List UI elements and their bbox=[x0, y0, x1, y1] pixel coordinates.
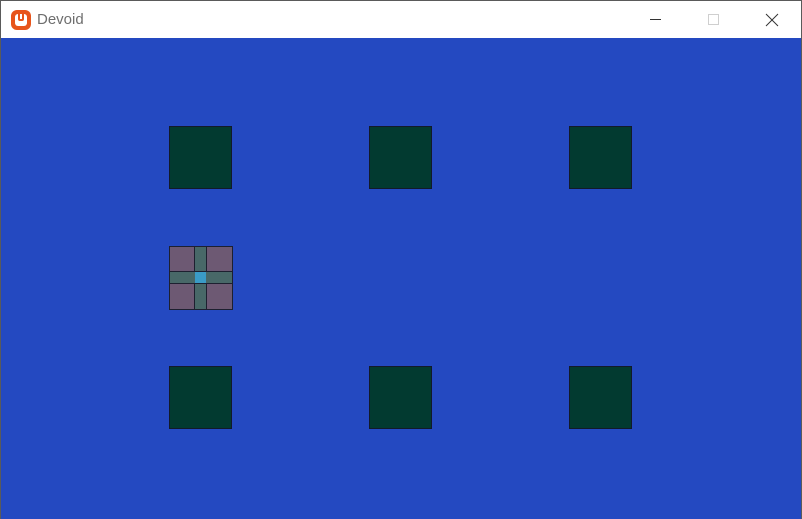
player-sprite bbox=[169, 246, 233, 310]
wall-tile bbox=[569, 126, 632, 189]
maximize-button[interactable] bbox=[685, 1, 743, 38]
game-viewport[interactable] bbox=[1, 38, 801, 519]
maximize-icon bbox=[708, 14, 719, 25]
monogame-icon bbox=[11, 10, 31, 30]
minimize-button[interactable] bbox=[627, 1, 685, 38]
wall-tile bbox=[169, 366, 232, 429]
wall-tile bbox=[569, 366, 632, 429]
window-title: Devoid bbox=[37, 11, 84, 28]
player-core bbox=[195, 272, 206, 283]
game-window: Devoid bbox=[0, 0, 802, 519]
wall-tile bbox=[369, 366, 432, 429]
wall-tile bbox=[369, 126, 432, 189]
close-button[interactable] bbox=[743, 1, 801, 38]
minimize-icon bbox=[650, 19, 661, 20]
title-bar[interactable]: Devoid bbox=[1, 1, 801, 38]
close-icon bbox=[765, 13, 779, 27]
wall-tile bbox=[169, 126, 232, 189]
